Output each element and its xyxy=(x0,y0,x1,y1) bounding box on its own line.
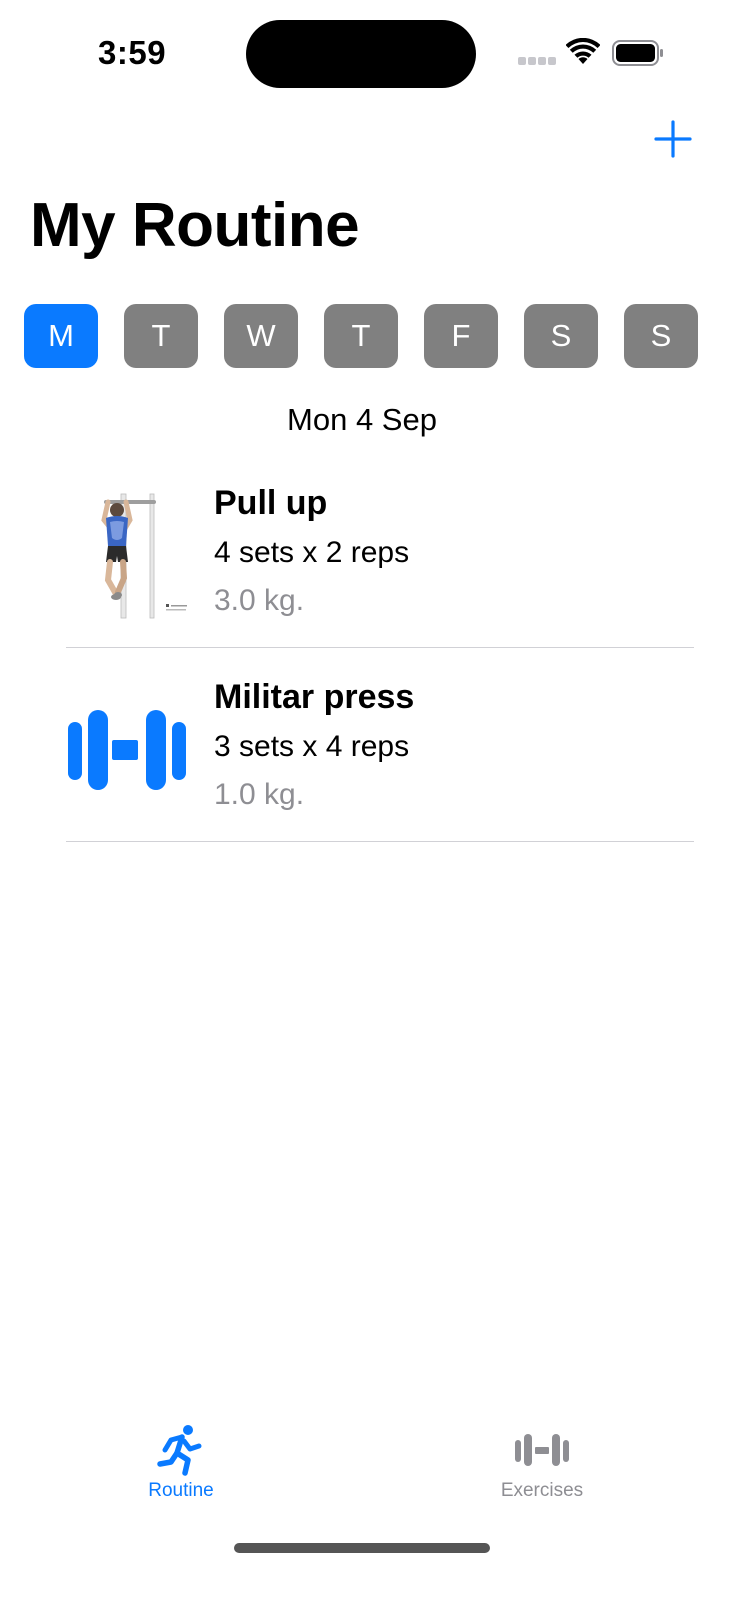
day-button-thursday[interactable]: T xyxy=(324,304,398,368)
add-exercise-button[interactable] xyxy=(652,118,694,160)
tab-bar: Routine Exercises xyxy=(0,1410,738,1520)
plus-icon xyxy=(654,120,692,158)
running-figure-icon xyxy=(157,1425,202,1476)
wifi-icon xyxy=(566,38,600,64)
day-selector: M T W T F S S xyxy=(24,304,700,368)
routine-screen: 3:59 My Routine M T W T F S S Mon 4 Sep … xyxy=(0,0,738,1600)
tab-label: Exercises xyxy=(500,1480,584,1501)
page-title: My Routine xyxy=(30,191,360,260)
exercise-row-militar-press[interactable]: Militar press 3 sets x 4 reps 1.0 kg. xyxy=(66,648,694,842)
day-button-monday[interactable]: M xyxy=(24,304,98,368)
exercise-row-pull-up[interactable]: Pull up 4 sets x 2 reps 3.0 kg. xyxy=(66,454,694,648)
dynamic-island xyxy=(246,20,476,88)
day-button-tuesday[interactable]: T xyxy=(124,304,198,368)
status-bar: 3:59 xyxy=(0,0,738,110)
exercise-name: Pull up xyxy=(214,484,328,522)
day-button-wednesday[interactable]: W xyxy=(224,304,298,368)
exercise-weight: 1.0 kg. xyxy=(214,778,305,811)
day-button-sunday[interactable]: S xyxy=(624,304,698,368)
cellular-signal-icon xyxy=(518,57,556,67)
row-divider xyxy=(66,841,694,842)
exercise-name: Militar press xyxy=(214,678,415,716)
dumbbell-icon xyxy=(68,710,186,790)
status-time: 3:59 xyxy=(98,34,167,71)
day-button-saturday[interactable]: S xyxy=(524,304,598,368)
pull-up-illustration xyxy=(66,480,190,620)
tab-exercises[interactable]: Exercises xyxy=(452,1410,632,1510)
tab-routine[interactable]: Routine xyxy=(91,1410,271,1510)
selected-date-label: Mon 4 Sep xyxy=(287,402,437,437)
home-indicator[interactable] xyxy=(234,1543,490,1553)
exercise-weight: 3.0 kg. xyxy=(214,584,305,617)
exercise-sets-reps: 3 sets x 4 reps xyxy=(214,730,410,763)
tab-label: Routine xyxy=(148,1480,214,1501)
day-button-friday[interactable]: F xyxy=(424,304,498,368)
dumbbell-icon xyxy=(515,1434,569,1466)
exercise-sets-reps: 4 sets x 2 reps xyxy=(214,536,410,569)
battery-icon xyxy=(612,40,663,66)
